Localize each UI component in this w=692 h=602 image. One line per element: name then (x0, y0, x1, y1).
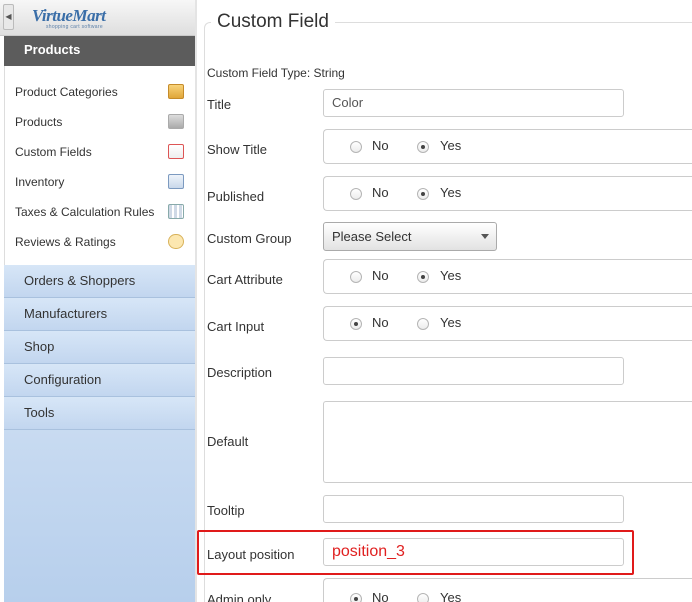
title-input[interactable]: Color (323, 89, 624, 117)
published-yes-radio[interactable] (417, 188, 429, 200)
sidebar-item-product-categories[interactable]: Product Categories (15, 81, 190, 103)
sidebar-item-label: Products (15, 115, 63, 129)
radio-yes-label: Yes (440, 138, 462, 153)
menu-item-configuration[interactable]: Configuration (4, 364, 195, 397)
cart-input-label: Cart Input (207, 319, 265, 334)
cart-attribute-label: Cart Attribute (207, 272, 283, 287)
radio-yes-label: Yes (440, 185, 462, 200)
menu-item-manufacturers[interactable]: Manufacturers (4, 298, 195, 331)
description-label: Description (207, 365, 273, 380)
menu-item-tools[interactable]: Tools (4, 397, 195, 430)
tooltip-input[interactable] (323, 495, 624, 523)
published-no-radio[interactable] (350, 188, 362, 200)
custom-group-select[interactable]: Please Select (323, 222, 497, 251)
sidebar-item-inventory[interactable]: Inventory (15, 171, 190, 193)
logo-bar: ◀ VirtueMart shopping cart software (0, 0, 195, 36)
admin-only-radio-group: No Yes (323, 578, 692, 602)
layout-position-label: Layout position (207, 547, 295, 562)
show-title-no-radio[interactable] (350, 141, 362, 153)
sidebar-item-label: Inventory (15, 175, 65, 189)
custom-group-selected: Please Select (332, 229, 412, 244)
admin-only-no-radio[interactable] (350, 593, 362, 602)
page-title: Custom Field (211, 10, 335, 34)
published-radio-group: No Yes (323, 176, 692, 211)
show-title-label: Show Title (207, 142, 267, 157)
radio-no-label: No (372, 138, 389, 153)
sidebar-item-label: Custom Fields (15, 145, 92, 159)
custom-field-form: Custom Field Custom Field Type: String T… (197, 0, 692, 602)
radio-yes-label: Yes (440, 268, 462, 283)
calculator-icon (168, 204, 184, 219)
speech-bubble-icon (168, 234, 184, 249)
cart-attribute-no-radio[interactable] (350, 271, 362, 283)
radio-no-label: No (372, 315, 389, 330)
cart-attribute-yes-radio[interactable] (417, 271, 429, 283)
cart-input-yes-radio[interactable] (417, 318, 429, 330)
sidebar-item-reviews[interactable]: Reviews & Ratings (15, 231, 190, 253)
sidebar: ◀ VirtueMart shopping cart software Prod… (0, 0, 195, 602)
layout-position-input[interactable]: position_3 (323, 538, 624, 566)
products-menu-header[interactable]: Products (4, 36, 195, 66)
virtuemart-logo[interactable]: VirtueMart shopping cart software (32, 7, 110, 31)
custom-field-icon (168, 144, 184, 159)
cart-input-no-radio[interactable] (350, 318, 362, 330)
default-textarea[interactable] (323, 401, 692, 483)
main-menu: Orders & Shoppers Manufacturers Shop Con… (4, 265, 195, 602)
collapse-sidebar-button[interactable]: ◀ (3, 4, 14, 30)
radio-no-label: No (372, 590, 389, 602)
published-label: Published (207, 189, 265, 204)
cart-input-radio-group: No Yes (323, 306, 692, 341)
app-window: ◀ VirtueMart shopping cart software Prod… (0, 0, 692, 602)
menu-item-orders-shoppers[interactable]: Orders & Shoppers (4, 265, 195, 298)
radio-no-label: No (372, 268, 389, 283)
radio-yes-label: Yes (440, 590, 462, 602)
sidebar-item-custom-fields[interactable]: Custom Fields (15, 141, 190, 163)
title-label: Title (207, 97, 232, 112)
camera-icon (168, 114, 184, 129)
sidebar-item-label: Reviews & Ratings (15, 235, 116, 249)
admin-only-yes-radio[interactable] (417, 593, 429, 602)
sidebar-item-label: Product Categories (15, 85, 118, 99)
category-folder-icon (168, 84, 184, 99)
logo-subtitle: shopping cart software (46, 24, 103, 30)
chevron-down-icon (481, 234, 489, 239)
tooltip-label: Tooltip (207, 503, 245, 518)
menu-item-shop[interactable]: Shop (4, 331, 195, 364)
custom-group-label: Custom Group (207, 231, 292, 246)
radio-no-label: No (372, 185, 389, 200)
logo-title: VirtueMart (32, 6, 106, 25)
sidebar-item-products[interactable]: Products (15, 111, 190, 133)
show-title-radio-group: No Yes (323, 129, 692, 164)
show-title-yes-radio[interactable] (417, 141, 429, 153)
sidebar-item-label: Taxes & Calculation Rules (15, 205, 155, 219)
sidebar-item-taxes[interactable]: Taxes & Calculation Rules (15, 201, 190, 223)
default-label: Default (207, 434, 249, 449)
radio-yes-label: Yes (440, 315, 462, 330)
cart-attribute-radio-group: No Yes (323, 259, 692, 294)
description-input[interactable] (323, 357, 624, 385)
products-submenu: Product Categories Products Custom Field… (4, 66, 195, 265)
custom-field-type: Custom Field Type: String (207, 66, 345, 80)
inventory-chart-icon (168, 174, 184, 189)
admin-only-label: Admin only (207, 592, 272, 602)
